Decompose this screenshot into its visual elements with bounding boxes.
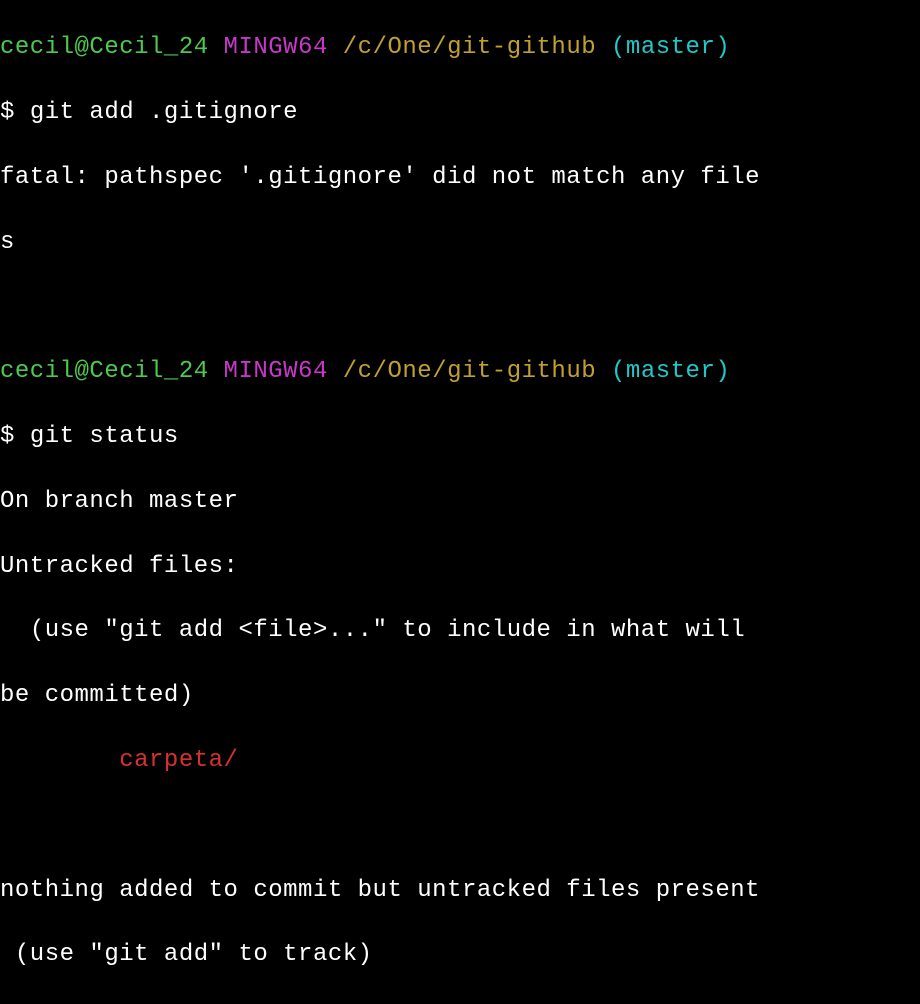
user-host: cecil@Cecil_24 [0,358,209,385]
output-line: On branch master [0,486,920,518]
blank-line [0,292,920,324]
system-name: MINGW64 [224,34,328,61]
prompt-line: cecil@Cecil_24 MINGW64 /c/One/git-github… [0,356,920,388]
output-line: (use "git add" to track) [0,939,920,971]
command-text: git status [30,423,179,450]
indent [0,747,119,774]
output-line: Untracked files: [0,551,920,583]
output-line: nothing added to commit but untracked fi… [0,875,920,907]
command-line: $ git add .gitignore [0,97,920,129]
blank-line [0,810,920,842]
untracked-file-line: carpeta/ [0,745,920,777]
output-line: be committed) [0,680,920,712]
system-name: MINGW64 [224,358,328,385]
prompt-symbol: $ [0,99,30,126]
output-line: (use "git add <file>..." to include in w… [0,615,920,647]
command-text: git add .gitignore [30,99,298,126]
untracked-file: carpeta/ [119,747,238,774]
current-path: /c/One/git-github [343,34,596,61]
command-line: $ git status [0,421,920,453]
output-line: s [0,227,920,259]
branch-name: (master) [611,34,730,61]
terminal-output[interactable]: cecil@Cecil_24 MINGW64 /c/One/git-github… [0,0,920,1004]
output-line: fatal: pathspec '.gitignore' did not mat… [0,162,920,194]
prompt-line: cecil@Cecil_24 MINGW64 /c/One/git-github… [0,32,920,64]
user-host: cecil@Cecil_24 [0,34,209,61]
prompt-symbol: $ [0,423,30,450]
current-path: /c/One/git-github [343,358,596,385]
branch-name: (master) [611,358,730,385]
